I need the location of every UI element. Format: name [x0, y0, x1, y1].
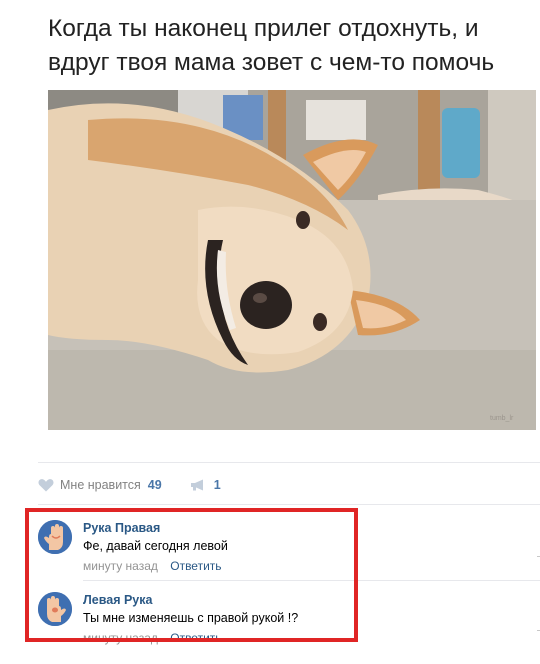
megaphone-icon: [190, 479, 203, 491]
hand-avatar-icon: [38, 520, 72, 554]
meme-caption-line-1: Когда ты наконец прилег отдохнуть, и: [48, 15, 479, 42]
wall-post: Когда ты наконец прилег отдохнуть, и вдр…: [0, 0, 540, 646]
like-button[interactable]: Мне нравится 49: [38, 478, 162, 492]
avatar[interactable]: [38, 520, 72, 554]
hand-avatar-icon: [38, 592, 72, 626]
comment-author[interactable]: Рука Правая: [83, 520, 523, 536]
comment-author[interactable]: Левая Рука: [83, 592, 523, 608]
share-count: 1: [213, 478, 221, 492]
comment-meta: минуту назад Ответить: [83, 558, 523, 574]
reply-button[interactable]: Ответить: [170, 559, 221, 573]
comment-text: Ты мне изменяешь с правой рукой !?: [83, 611, 299, 625]
comment-item: Левая Рука Ты мне изменяешь с правой рук…: [38, 592, 540, 664]
meme-caption: Когда ты наконец прилег отдохнуть, и вдр…: [48, 12, 540, 80]
share-button[interactable]: 1: [190, 478, 221, 492]
svg-text:tumb_lr: tumb_lr: [490, 415, 514, 422]
comment-body: Левая Рука Ты мне изменяешь с правой рук…: [83, 592, 523, 646]
comment-meta: минуту назад Ответить: [83, 630, 523, 646]
comment-body: Рука Правая Фе, давай сегодня левой мину…: [83, 520, 523, 574]
meme-photo[interactable]: tumb_lr: [48, 90, 536, 430]
tired-dog-illustration: tumb_lr: [48, 90, 536, 430]
post-actions: Мне нравится 49 1: [38, 474, 221, 496]
comment-text: Фе, давай сегодня левой: [83, 539, 228, 553]
post-divider: [38, 462, 540, 463]
comments-divider: [38, 504, 540, 505]
reply-button[interactable]: Ответить: [170, 631, 221, 645]
like-count: 49: [147, 478, 162, 492]
comment-item: Рука Правая Фе, давай сегодня левой мину…: [38, 520, 540, 592]
comment-time[interactable]: минуту назад: [83, 559, 158, 573]
meme-caption-line-2: вдруг твоя мама зовет с чем-то помочь: [48, 49, 495, 76]
heart-icon: [38, 479, 54, 492]
avatar[interactable]: [38, 592, 72, 626]
comment-time[interactable]: минуту назад: [83, 631, 158, 645]
like-label: Мне нравится: [60, 478, 141, 492]
comment-divider: [83, 580, 540, 581]
